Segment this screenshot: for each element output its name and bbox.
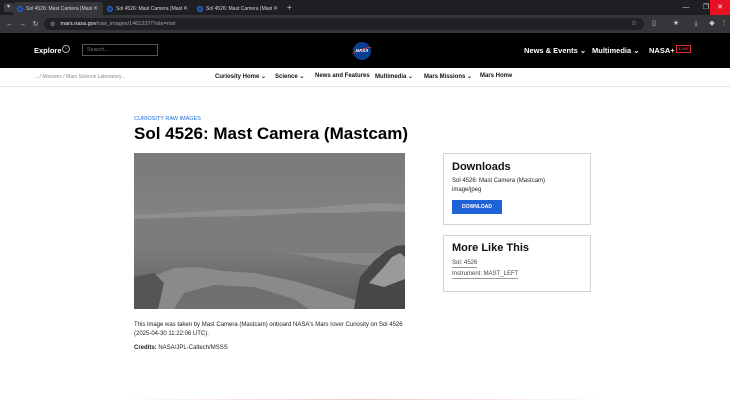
more-link-instrument[interactable]: Instrument: MAST_LEFT [452, 271, 519, 279]
image-credits: Credits: NASA/JPL-Caltech/MSSS [134, 345, 228, 351]
subnav-science[interactable]: Science ⌄ [275, 73, 304, 80]
footer-divider [120, 399, 610, 400]
mission-subnav: ... / Missions / Mars Science Laboratory… [0, 68, 730, 87]
downloads-heading: Downloads [452, 161, 511, 173]
search-input[interactable] [82, 44, 158, 56]
more-link-sol[interactable]: Sol: 4526 [452, 260, 478, 268]
tab-title: Sol 4526: Mast Camera (Mastc [206, 5, 272, 12]
forward-icon[interactable]: → [16, 21, 29, 28]
nasa-favicon-icon [197, 5, 203, 12]
reload-icon[interactable]: ↻ [29, 20, 42, 28]
menu-icon[interactable]: ⋮ [716, 15, 730, 33]
download-file-name: Sol 4526: Mast Camera (Mastcam) [452, 178, 546, 184]
page-title: Sol 4526: Mast Camera (Mastcam) [134, 124, 409, 143]
browser-tab[interactable]: Sol 4526: Mast Camera (Mastc ✕ [13, 2, 103, 15]
subnav-multimedia[interactable]: Multimedia ⌄ [375, 73, 413, 80]
subnav-mars-missions[interactable]: Mars Missions ⌄ [424, 73, 472, 80]
tab-title: Sol 4526: Mast Camera (Mastc [116, 5, 182, 12]
url-host: mars.nasa.gov [60, 21, 97, 27]
url-field[interactable]: ⚙ mars.nasa.gov /raw_images/1461337/?sit… [44, 18, 644, 30]
nav-multimedia[interactable]: Multimedia ⌄ [592, 46, 640, 55]
explore-menu[interactable]: Explore [34, 46, 62, 55]
nav-news-events[interactable]: News & Events ⌄ [524, 46, 586, 55]
browser-tab-bar: ▾ Sol 4526: Mast Camera (Mastc ✕ Sol 452… [0, 0, 730, 15]
tab-title: Sol 4526: Mast Camera (Mastc [26, 5, 92, 12]
close-icon[interactable]: ✕ [272, 5, 279, 12]
bookmark-star-icon[interactable]: ☆ [626, 15, 642, 33]
browser-tab[interactable]: Sol 4526: Mast Camera (Mastc ✕ [103, 2, 193, 15]
minimize-icon[interactable]: — [676, 0, 696, 15]
mastcam-raw-image[interactable] [134, 153, 405, 309]
downloads-card: Downloads Sol 4526: Mast Camera (Mastcam… [443, 153, 591, 225]
site-header: Explore › NASA News & Events ⌄ Multimedi… [0, 33, 730, 68]
explore-toggle-icon[interactable]: › [62, 45, 70, 53]
close-icon[interactable]: ✕ [92, 5, 99, 12]
sidebar-icon[interactable]: ▯ [646, 15, 662, 33]
nasa-favicon-icon [107, 5, 113, 12]
download-button[interactable]: DOWNLOAD [452, 200, 502, 214]
window-close-icon[interactable]: ✕ [710, 0, 730, 15]
nav-nasa-plus[interactable]: NASA+ [649, 46, 675, 55]
nasa-favicon-icon [17, 5, 23, 12]
favorites-icon[interactable]: ★ [668, 15, 684, 33]
live-badge: LIVE [676, 45, 691, 53]
subnav-curiosity-home[interactable]: Curiosity Home ⌄ [215, 73, 266, 80]
tab-search-icon[interactable]: ▾ [4, 3, 13, 12]
close-icon[interactable]: ✕ [182, 5, 189, 12]
image-caption: This image was taken by Mast Camera (Mas… [134, 322, 403, 337]
browser-tab[interactable]: Sol 4526: Mast Camera (Mastc ✕ [193, 2, 283, 15]
nasa-logo[interactable]: NASA [350, 42, 374, 60]
back-icon[interactable]: ← [3, 21, 16, 28]
download-file-type: image/jpeg [452, 187, 482, 193]
url-path: /raw_images/1461337/?site=msl [96, 21, 176, 27]
subnav-news-features[interactable]: News and Features [315, 73, 370, 79]
more-heading: More Like This [452, 242, 530, 254]
address-bar: ← → ↻ ⚙ mars.nasa.gov /raw_images/146133… [0, 15, 730, 33]
subnav-mars-home[interactable]: Mars Home [480, 73, 512, 79]
download-icon[interactable]: ⤓ [688, 15, 704, 33]
new-tab-icon[interactable]: + [287, 3, 292, 12]
eyebrow-link[interactable]: CURIOSITY RAW IMAGES [134, 116, 201, 122]
more-like-this-card: More Like This Sol: 4526 Instrument: MAS… [443, 235, 591, 292]
site-info-icon[interactable]: ⚙ [50, 21, 55, 28]
breadcrumb[interactable]: ... / Missions / Mars Science Laboratory… [34, 74, 125, 80]
